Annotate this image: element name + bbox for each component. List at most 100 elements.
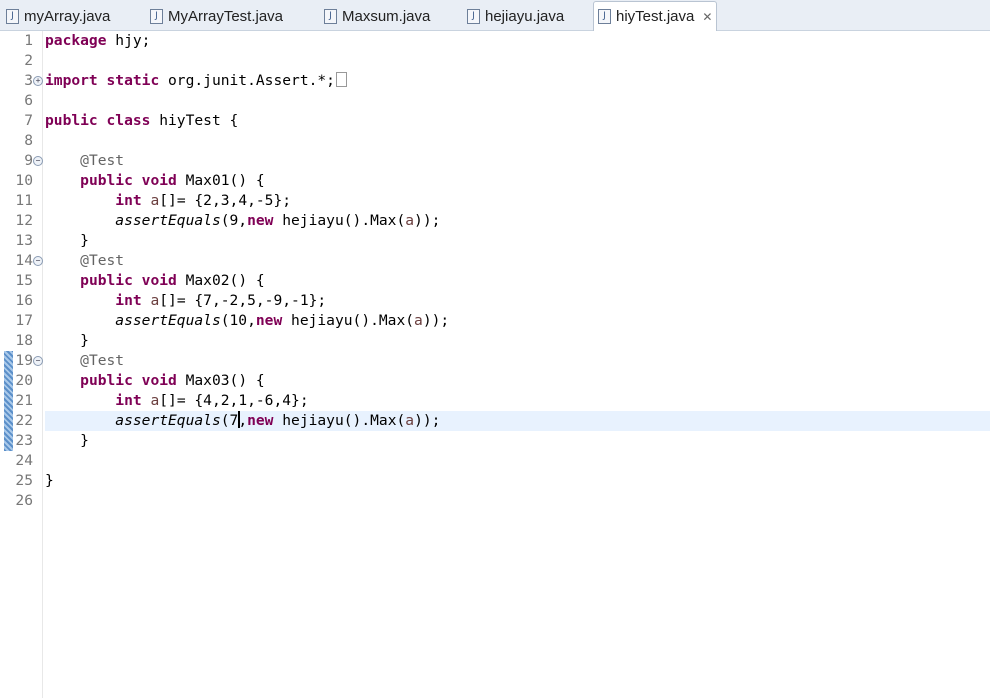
folded-code-indicator[interactable] xyxy=(335,72,347,87)
code-text: assertEquals(7,new hejiayu().Max(a)); xyxy=(45,411,440,431)
line-number: 19 xyxy=(15,352,33,369)
line-number: 20 xyxy=(15,372,33,389)
code-editor[interactable]: 1 package hjy; 2 3 + import static org.junit.… xyxy=(0,31,990,698)
line-number: 10 xyxy=(15,172,33,189)
tab-label: hiyTest.java xyxy=(616,8,695,25)
tab-maxsum[interactable]: J Maxsum.java xyxy=(324,3,430,29)
code-token: a xyxy=(150,292,160,309)
code-token: []= {2,3,4,-5}; xyxy=(159,192,292,209)
code-line: 21 int a[]= {4,2,1,-6,4}; xyxy=(0,391,990,411)
code-line: 22 assertEquals(7,new hejiayu().Max(a)); xyxy=(15,411,990,431)
code-token: (9, xyxy=(220,212,248,229)
code-token: @Test xyxy=(80,152,125,169)
code-line: 14− @Test xyxy=(0,251,990,271)
code-token: )); xyxy=(414,212,441,229)
code-token: assertEquals xyxy=(115,212,221,229)
code-text: public void Max03() { xyxy=(45,371,265,391)
code-token: int xyxy=(115,292,142,309)
code-text: public void Max02() { xyxy=(45,271,265,291)
code-token: @Test xyxy=(80,352,125,369)
java-file-icon: J xyxy=(150,8,163,24)
code-token: a xyxy=(405,212,415,229)
line-number: 26 xyxy=(15,492,33,509)
code-token: public xyxy=(80,272,133,289)
code-token: public xyxy=(45,112,98,129)
collapse-fold-icon[interactable]: − xyxy=(33,356,43,366)
code-token: assertEquals xyxy=(115,412,221,429)
code-line: 20 public void Max03() { xyxy=(0,371,990,391)
code-token: new xyxy=(255,312,283,329)
code-text: @Test xyxy=(45,151,124,171)
code-token: hejiayu().Max( xyxy=(273,412,406,429)
code-token: assertEquals xyxy=(115,312,221,329)
java-file-icon: J xyxy=(6,8,19,24)
code-token: public xyxy=(80,172,133,189)
line-number: 3 xyxy=(24,72,33,89)
code-token: Max01() { xyxy=(176,172,265,189)
code-token: , xyxy=(238,412,248,429)
line-number: 25 xyxy=(15,472,33,489)
code-token: package xyxy=(45,32,107,49)
code-line: 15 public void Max02() { xyxy=(0,271,990,291)
code-text: @Test xyxy=(45,351,124,371)
code-token: Max03() { xyxy=(176,372,265,389)
line-number: 15 xyxy=(15,272,33,289)
code-token: new xyxy=(247,412,274,429)
collapse-fold-icon[interactable]: − xyxy=(33,156,43,166)
close-tab-icon[interactable]: ✕ xyxy=(702,10,712,24)
code-text: @Test xyxy=(45,251,124,271)
code-text: } xyxy=(45,471,54,491)
tab-myarraytest[interactable]: J MyArrayTest.java xyxy=(150,3,283,29)
tab-myarray[interactable]: JmyArray.java xyxy=(6,3,110,29)
code-text: int a[]= {2,3,4,-5}; xyxy=(45,191,291,211)
code-token: a xyxy=(150,392,160,409)
expand-fold-icon[interactable]: + xyxy=(33,76,43,86)
line-number: 21 xyxy=(15,392,33,409)
code-token: Max02() { xyxy=(176,272,265,289)
line-number: 16 xyxy=(15,292,33,309)
code-line: 17 assertEquals(10,new hejiayu().Max(a))… xyxy=(0,311,990,331)
tab-label: hejiayu.java xyxy=(485,7,565,25)
code-token: (7 xyxy=(220,412,239,429)
line-number: 22 xyxy=(15,412,33,429)
line-number: 12 xyxy=(15,212,33,229)
code-text: assertEquals(10,new hejiayu().Max(a)); xyxy=(45,311,449,331)
code-text: public void Max01() { xyxy=(45,171,265,191)
code-text: } xyxy=(45,331,89,351)
code-line: 18 } xyxy=(0,331,990,351)
collapse-fold-icon[interactable]: − xyxy=(33,256,43,266)
code-token: a xyxy=(150,192,160,209)
code-line: 6 xyxy=(0,91,990,111)
tab-label: MyArrayTest.java xyxy=(168,7,284,25)
code-token: import xyxy=(45,72,98,89)
line-number: 24 xyxy=(15,452,33,469)
line-number: 6 xyxy=(24,92,33,109)
code-line: 23 } xyxy=(0,431,990,451)
code-line: 13 } xyxy=(0,231,990,251)
code-token: } xyxy=(45,432,89,449)
tab-hiytest[interactable]: JhiyTest.java ✕ xyxy=(593,1,718,31)
code-line: 1 package hjy; xyxy=(0,31,990,51)
tab-hejiayu[interactable]: Jhejiayu.java xyxy=(467,3,564,29)
code-token: hejiayu().Max( xyxy=(282,312,415,329)
line-number: 13 xyxy=(15,232,33,249)
code-line: 3 + import static org.junit.Assert.*; xyxy=(0,71,990,91)
line-number: 9 xyxy=(24,152,33,169)
code-text: int a[]= {4,2,1,-6,4}; xyxy=(45,391,308,411)
code-token: (10, xyxy=(220,312,256,329)
code-line: 2 xyxy=(0,51,990,71)
line-number: 23 xyxy=(15,432,33,449)
